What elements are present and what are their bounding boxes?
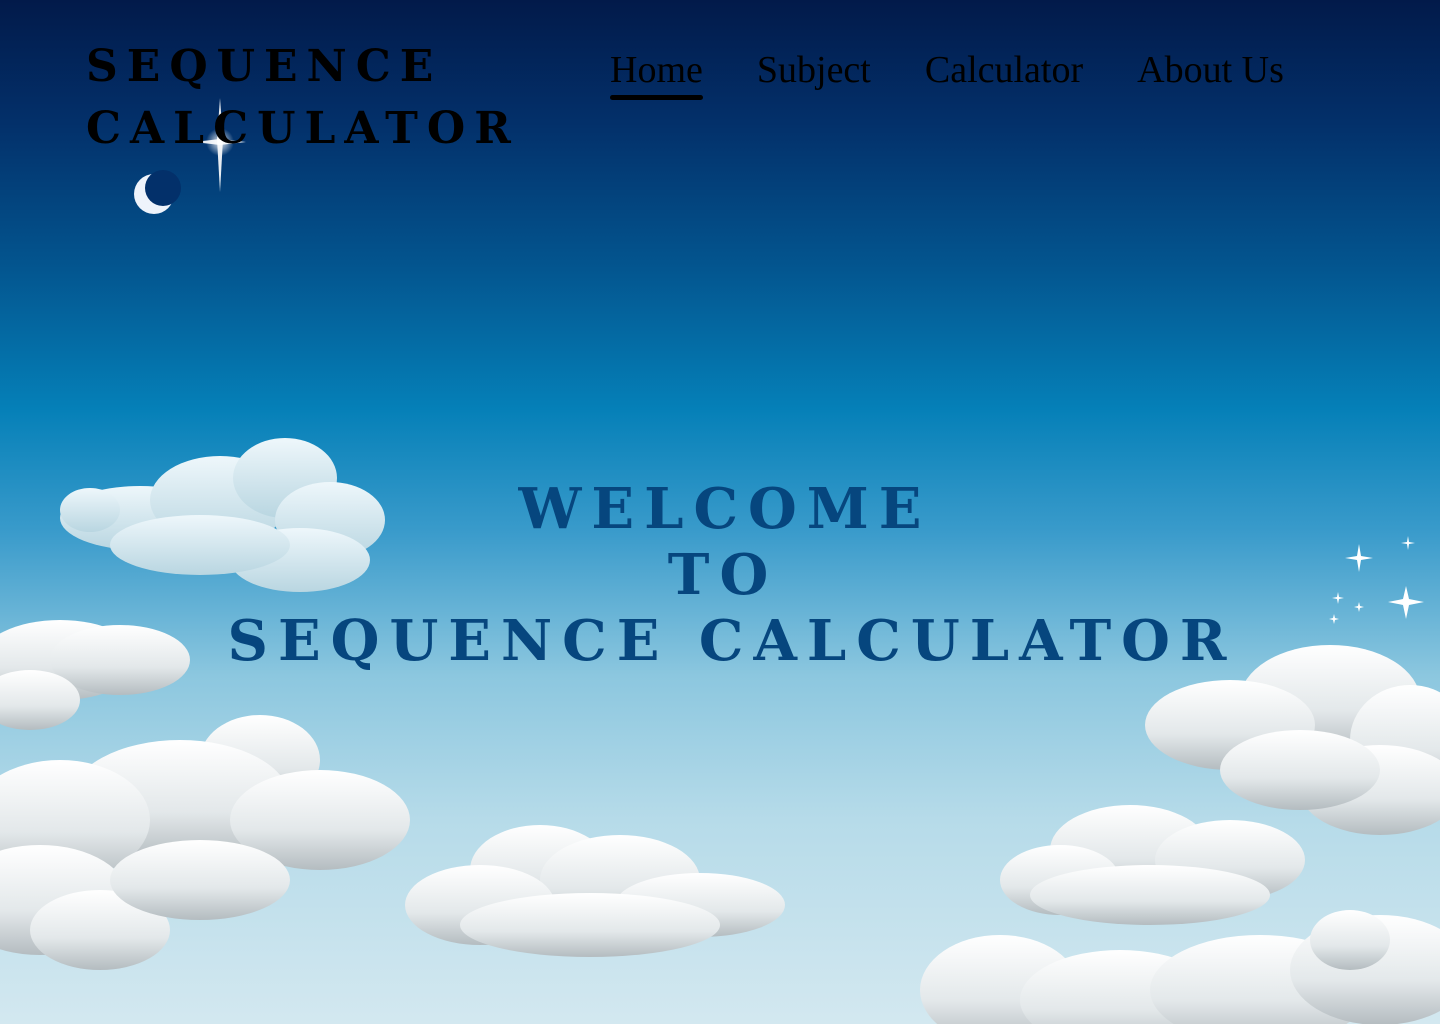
cloud-icon	[1000, 805, 1305, 925]
hero-heading: Welcome to Sequence Calculator	[0, 476, 1440, 674]
logo-line-1: Sequence	[86, 41, 443, 92]
hero-line-1: Welcome	[518, 476, 932, 542]
hero-line-3: Sequence Calculator	[227, 608, 1237, 674]
nav-link-calculator[interactable]: Calculator	[925, 48, 1083, 96]
cloud-icon	[405, 825, 785, 957]
cloud-icon	[920, 910, 1440, 1024]
crescent-moon-icon	[134, 170, 181, 214]
page: Sequence Calculator Home Subject Calcula…	[0, 0, 1440, 1024]
site-logo[interactable]: Sequence Calculator	[86, 36, 520, 160]
cloud-icon	[0, 715, 410, 970]
nav-link-subject[interactable]: Subject	[757, 48, 871, 96]
nav-link-about-us[interactable]: About Us	[1137, 48, 1284, 96]
hero-line-2: to	[667, 542, 779, 608]
logo-line-2: Calculator	[86, 103, 520, 154]
nav-link-home[interactable]: Home	[610, 48, 703, 100]
